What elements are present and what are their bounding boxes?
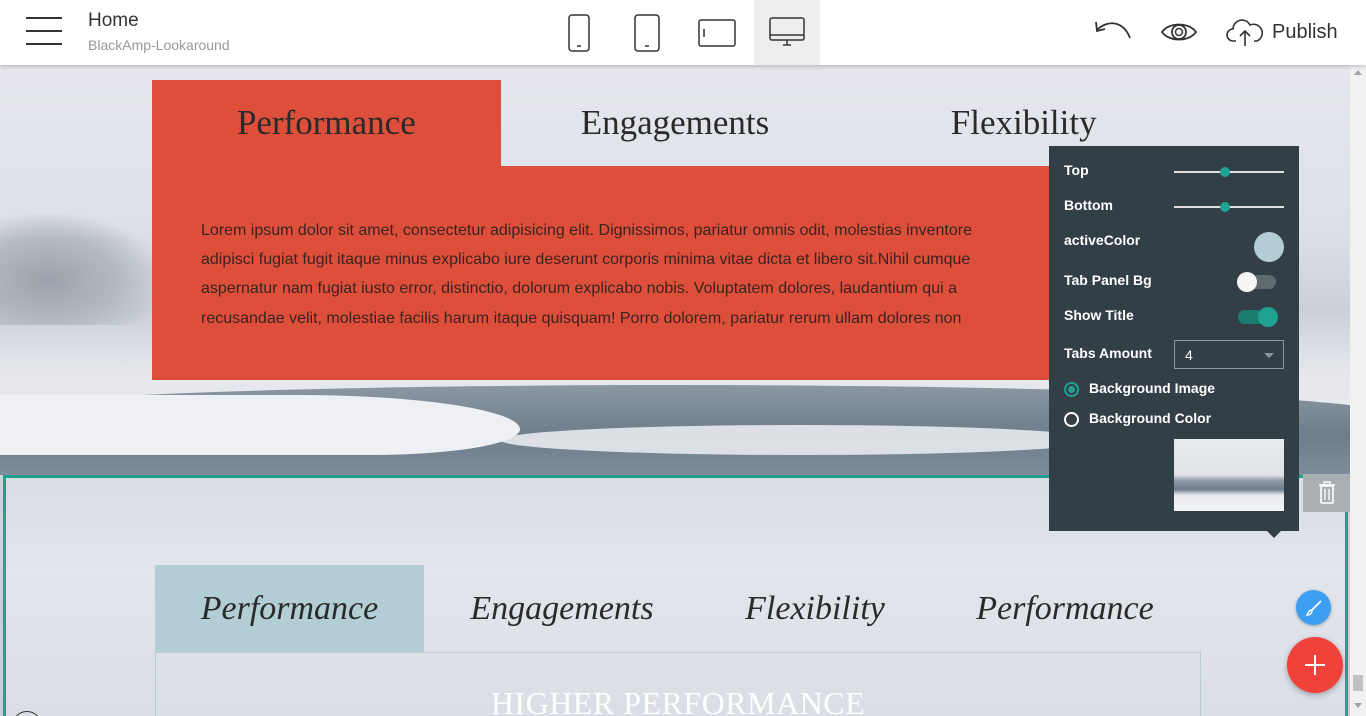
plus-icon	[1305, 655, 1325, 675]
tablet-icon	[634, 13, 660, 52]
scrollbar-thumb[interactable]	[1353, 675, 1363, 691]
top-slider[interactable]	[1174, 167, 1284, 177]
tablet-view-button[interactable]	[614, 0, 680, 65]
background-color-label[interactable]: Background Color	[1089, 410, 1211, 426]
trash-icon	[1318, 481, 1335, 504]
tab-performance[interactable]: Performance	[152, 80, 501, 166]
bottom-slider[interactable]	[1174, 202, 1284, 212]
tab-panel-bg-toggle[interactable]	[1237, 272, 1276, 292]
show-title-toggle[interactable]	[1238, 307, 1278, 327]
delete-block-button[interactable]	[1303, 474, 1350, 512]
background-image-thumbnail[interactable]	[1174, 439, 1284, 511]
top-toolbar: Home BlackAmp-Lookaround Publish	[0, 0, 1366, 65]
menu-icon[interactable]	[26, 17, 62, 45]
scroll-down-arrow-icon[interactable]	[1354, 703, 1362, 708]
brush-icon	[1305, 599, 1322, 616]
panel-text-line: adipisci fugiat fugit itaque minus expli…	[201, 251, 971, 269]
tab-bar: Performance Engagements Flexibility	[152, 80, 1198, 166]
tab-panel: Lorem ipsum dolor sit amet, consectetur …	[152, 166, 1198, 380]
tab-engagements[interactable]: Engagements	[501, 80, 850, 166]
tabs-amount-label: Tabs Amount	[1064, 345, 1152, 361]
style-editor-button[interactable]	[1296, 590, 1331, 625]
tablet-landscape-icon	[698, 18, 736, 47]
bottom-label: Bottom	[1064, 197, 1113, 213]
tab-flexibility[interactable]: Flexibility	[700, 565, 930, 652]
add-block-button[interactable]	[1287, 637, 1343, 693]
tabs-section-1: Performance Engagements Flexibility Lore…	[152, 80, 1198, 380]
tab-performance[interactable]: Performance	[155, 565, 424, 652]
tablet-landscape-view-button[interactable]	[684, 0, 750, 65]
desktop-icon	[769, 16, 805, 46]
cloud-upload-icon	[1226, 19, 1263, 46]
undo-icon	[1095, 21, 1131, 39]
show-title-label: Show Title	[1064, 307, 1134, 323]
top-slider-handle[interactable]	[1219, 167, 1230, 177]
project-name: BlackAmp-Lookaround	[88, 37, 230, 53]
panel-text-line: recusandae velit, molestiae facilis haru…	[201, 309, 962, 327]
tab-engagements[interactable]: Engagements	[424, 565, 700, 652]
chevron-down-icon	[1264, 353, 1274, 358]
tab-performance-2[interactable]: Performance	[930, 565, 1200, 652]
background-image-label[interactable]: Background Image	[1089, 380, 1215, 396]
block-settings-panel: Top Bottom activeColor Tab Panel Bg Show…	[1049, 146, 1299, 538]
vertical-scrollbar[interactable]	[1350, 65, 1366, 716]
mobile-icon	[568, 13, 590, 52]
panel-text-line: aspernatur nam fugiat iusto error, disti…	[201, 280, 957, 298]
publish-label: Publish	[1272, 20, 1338, 43]
scroll-up-arrow-icon[interactable]	[1354, 70, 1362, 75]
tabs-amount-value: 4	[1185, 347, 1193, 363]
undo-button[interactable]	[1093, 14, 1133, 50]
page-title[interactable]: Home	[88, 10, 139, 32]
bottom-slider-handle[interactable]	[1219, 202, 1230, 212]
panel-text-line: Lorem ipsum dolor sit amet, consectetur …	[201, 222, 972, 239]
eye-icon	[1160, 23, 1198, 41]
publish-button[interactable]: Publish	[1226, 14, 1338, 50]
desktop-view-button[interactable]	[754, 0, 820, 65]
tab-panel: HIGHER PERFORMANCE	[155, 652, 1201, 716]
preview-button[interactable]	[1159, 14, 1199, 50]
active-color-swatch[interactable]	[1254, 232, 1284, 262]
popup-arrow	[1267, 531, 1281, 538]
tab-panel-bg-label: Tab Panel Bg	[1064, 272, 1152, 288]
background-image-radio[interactable]	[1064, 382, 1079, 397]
tab-bar: Performance Engagements Flexibility Perf…	[155, 565, 1200, 652]
active-color-label: activeColor	[1064, 232, 1141, 248]
background-color-radio[interactable]	[1064, 412, 1079, 427]
panel-heading: HIGHER PERFORMANCE	[490, 685, 866, 716]
top-label: Top	[1064, 162, 1089, 178]
mobile-view-button[interactable]	[546, 0, 612, 65]
tabs-amount-select[interactable]: 4	[1174, 340, 1284, 369]
